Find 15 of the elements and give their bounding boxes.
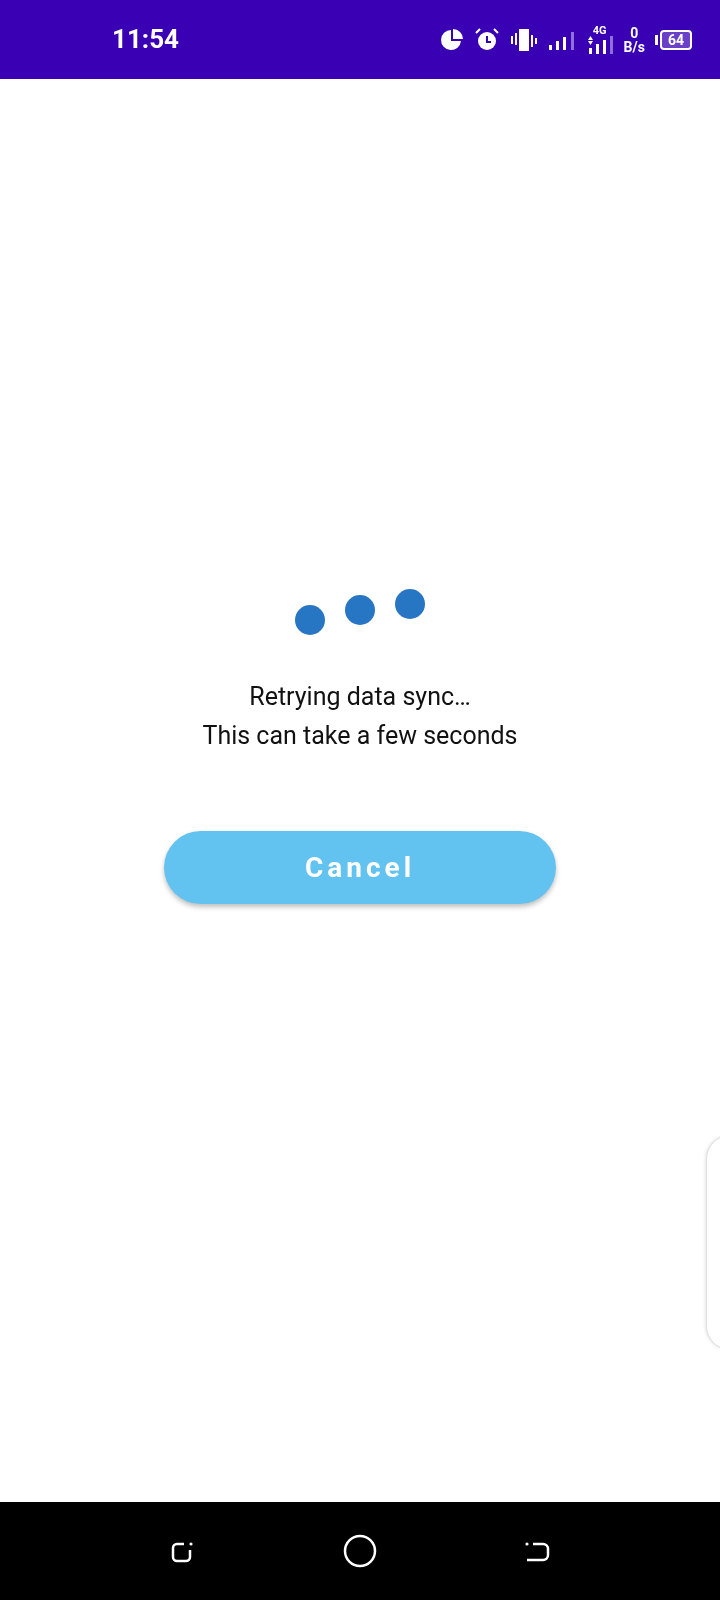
- network-type: 4G: [592, 25, 607, 36]
- status-message: This can take a few seconds: [202, 720, 518, 752]
- cancel-button[interactable]: Cancel: [164, 831, 556, 904]
- clock-time: 11:54: [112, 23, 179, 56]
- speed-unit: B/s: [623, 39, 645, 54]
- battery-level: 64: [659, 29, 692, 50]
- signal-icon: [585, 36, 614, 54]
- home-icon[interactable]: [343, 1534, 377, 1568]
- loading-dots-icon: [295, 589, 425, 635]
- battery-tip: [654, 34, 658, 45]
- vibrate-icon: [509, 27, 538, 52]
- pie-chart-icon: [439, 27, 464, 52]
- status-message: Retrying data sync…: [249, 681, 471, 713]
- alarm-clock-icon: [473, 26, 500, 53]
- speed-value: 0: [630, 25, 639, 40]
